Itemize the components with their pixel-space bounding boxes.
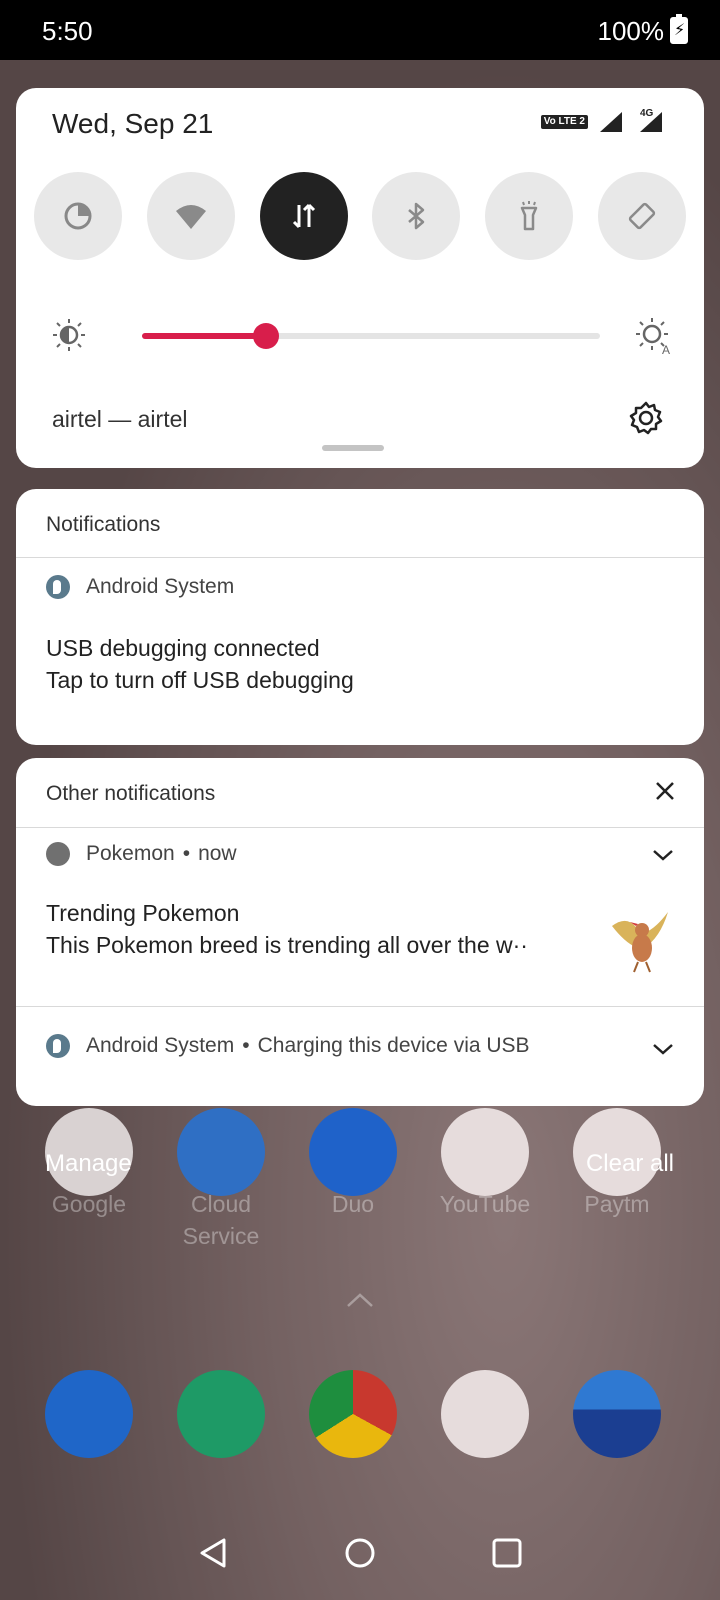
phone-icon[interactable] [45,1370,133,1458]
recents-icon[interactable] [490,1536,524,1570]
chevron-down-icon[interactable] [652,1042,674,1056]
status-time: 5:50 [42,16,93,46]
network-type-label: 4G [640,108,654,119]
qs-tiles [34,172,686,260]
tile-mobile-data[interactable] [259,172,348,260]
tile-flashlight[interactable] [485,172,574,260]
chrome-icon[interactable] [309,1370,397,1458]
close-icon[interactable] [654,780,676,802]
signal-icon [600,112,622,132]
home-icon[interactable] [343,1536,377,1570]
flashlight-icon [520,201,538,231]
auto-rotate-icon [628,202,656,230]
pokemon-title[interactable]: Trending Pokemon [46,900,239,927]
duo-icon[interactable] [309,1108,397,1196]
navigation-bar [0,1520,720,1600]
usb-debug-text[interactable]: Tap to turn off USB debugging [46,667,354,694]
home-label-youtube: YouTube [439,1191,531,1217]
tile-bluetooth[interactable] [372,172,461,260]
gmail-icon[interactable] [441,1370,529,1458]
back-icon[interactable] [196,1536,230,1570]
tile-auto-rotate[interactable] [597,172,686,260]
home-label-duo: Duo [331,1191,375,1217]
clear-all-button[interactable]: Clear all [586,1150,674,1178]
svg-text:A: A [662,343,670,354]
usb-debug-title[interactable]: USB debugging connected [46,635,320,662]
home-label-google: Google [51,1191,127,1217]
drag-handle[interactable] [322,445,384,451]
android-system-icon [46,575,70,599]
notification-app-name: Android System [86,575,235,598]
charging-notification-row[interactable]: Android System • Charging this device vi… [46,1034,530,1058]
notifications-header: Notifications [46,513,161,536]
notification-app-row: Android System [46,575,234,599]
bluetooth-icon [408,202,425,230]
home-label-cloud: Cloud Service [182,1191,260,1249]
chevron-up-icon [347,1293,373,1307]
settings-gear-icon[interactable] [628,400,664,436]
youtube-icon[interactable] [441,1108,529,1196]
carrier-label: airtel — airtel [52,406,188,432]
volte-badge: Vo LTE 2 [540,115,588,129]
android-system-icon [46,1034,70,1058]
status-bar: 5:50 100% ⚡ [0,0,720,60]
battery-percent: 100% [597,16,665,46]
messages-icon[interactable] [177,1370,265,1458]
charging-text: Charging this device via USB [257,1034,530,1057]
pokemon-bird-thumbnail [612,912,668,973]
brightness-slider-row: A [52,316,672,356]
tile-wifi[interactable] [146,172,235,260]
divider [16,557,704,558]
other-notifications-card: Other notifications Pokemon • now Trendi… [16,758,704,1106]
charging-app-name: Android System [86,1034,235,1057]
tile-data-saver[interactable] [34,172,122,260]
pokemon-app-name: Pokemon [86,842,175,865]
pokemon-text[interactable]: This Pokemon breed is trending all over … [46,932,528,959]
auto-brightness-icon[interactable]: A [636,318,672,354]
pokemon-app-row: Pokemon • now [46,842,237,866]
chevron-down-icon[interactable] [652,848,674,862]
home-label-paytm: Paytm [584,1191,650,1217]
manage-button[interactable]: Manage [45,1150,132,1178]
cloud-service-icon[interactable] [177,1108,265,1196]
mobile-data-icon [292,203,315,229]
notifications-card: Notifications Android System USB debuggi… [16,489,704,745]
brightness-slider-thumb[interactable] [252,323,279,349]
battery-icon: ⚡ [670,14,688,44]
data-saver-icon [64,202,92,230]
weather-icon[interactable] [573,1370,661,1458]
divider [16,827,704,828]
signal-4g-icon: 4G [634,108,664,134]
other-notifications-header: Other notifications [46,782,216,805]
quick-settings-panel: Wed, Sep 21 Vo LTE 2 4G A airtel — airte… [16,88,704,468]
wifi-icon [175,205,206,229]
brightness-low-icon [53,319,85,351]
pokemon-time: now [198,842,237,865]
qs-date: Wed, Sep 21 [52,108,214,139]
divider [16,1006,704,1007]
network-indicators: Vo LTE 2 4G [540,108,664,134]
brightness-slider-fill [142,333,266,339]
pokemon-app-icon [46,842,70,866]
brightness-slider[interactable] [142,323,600,349]
